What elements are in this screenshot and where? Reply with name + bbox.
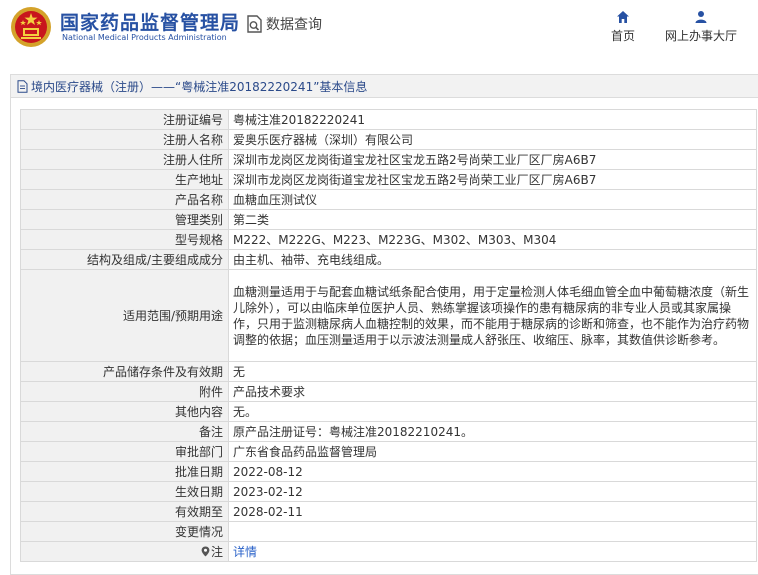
nav-home-label: 首页 [610, 29, 635, 43]
row-value-storage: 无 [228, 361, 757, 382]
row-value-effective-date: 2023-02-12 [228, 481, 757, 502]
device-info-panel: 境内医疗器械（注册）——“粤械注准20182220241”基本信息 注册证编号 … [10, 74, 758, 575]
row-value-other: 无。 [228, 401, 757, 422]
row-value-approval-date: 2022-08-12 [228, 461, 757, 482]
row-value-attachment: 产品技术要求 [228, 381, 757, 402]
table-row: 审批部门 广东省食品药品监督管理局 [20, 441, 757, 462]
table-row: 产品储存条件及有效期 无 [20, 361, 757, 382]
row-label-intended-use: 适用范围/预期用途 [20, 269, 229, 362]
row-label-other: 其他内容 [20, 401, 229, 422]
row-value-approval-dept: 广东省食品药品监督管理局 [228, 441, 757, 462]
table-row: 型号规格 M222、M222G、M223、M223G、M302、M303、M30… [20, 229, 757, 250]
table-row: 管理类别 第二类 [20, 209, 757, 230]
row-label-remarks: 备注 [20, 421, 229, 442]
logo-subtitle: National Medical Products Administration [62, 33, 227, 42]
table-row: 注册证编号 粤械注准20182220241 [20, 109, 757, 130]
row-value-category: 第二类 [228, 209, 757, 230]
site-header: 国家药品监督管理局 National Medical Products Admi… [0, 0, 758, 58]
row-label-models: 型号规格 [20, 229, 229, 250]
row-value-changes [228, 521, 757, 542]
row-label-storage: 产品储存条件及有效期 [20, 361, 229, 382]
panel-header: 境内医疗器械（注册）——“粤械注准20182220241”基本信息 [11, 75, 758, 98]
row-value-intended-use: 血糖测量适用于与配套血糖试纸条配合使用，用于定量检测人体毛细血管全血中葡萄糖浓度… [228, 269, 757, 362]
row-value-models: M222、M222G、M223、M223G、M302、M303、M304 [228, 229, 757, 250]
row-label-approval-date: 批准日期 [20, 461, 229, 482]
row-value-registrant-address: 深圳市龙岗区龙岗街道宝龙社区宝龙五路2号尚荣工业厂区厂房A6B7 [228, 149, 757, 170]
row-label-category: 管理类别 [20, 209, 229, 230]
table-row: 生产地址 深圳市龙岗区龙岗街道宝龙社区宝龙五路2号尚荣工业厂区厂房A6B7 [20, 169, 757, 190]
table-row: 注 详情 [20, 541, 757, 562]
row-label-approval-dept: 审批部门 [20, 441, 229, 462]
row-label-valid-until: 有效期至 [20, 501, 229, 522]
data-query-link[interactable]: 数据查询 [246, 14, 322, 34]
table-row: 其他内容 无。 [20, 401, 757, 422]
table-row: 产品名称 血糖血压测试仪 [20, 189, 757, 210]
row-label-effective-date: 生效日期 [20, 481, 229, 502]
table-row: 批准日期 2022-08-12 [20, 461, 757, 482]
row-value-cert-no: 粤械注准20182220241 [228, 109, 757, 130]
device-info-table: 注册证编号 粤械注准20182220241 注册人名称 爱奥乐医疗器械（深圳）有… [20, 109, 757, 562]
national-emblem-icon [11, 7, 51, 47]
logo-title: 国家药品监督管理局 [60, 12, 241, 34]
document-search-icon [247, 14, 262, 33]
data-query-label: 数据查询 [266, 17, 322, 33]
row-label-cert-no: 注册证编号 [20, 109, 229, 130]
table-row: 变更情况 [20, 521, 757, 542]
document-icon [17, 79, 28, 93]
nav-online-hall[interactable]: 网上办事大厅 [660, 10, 742, 44]
row-label-composition: 结构及组成/主要组成成分 [20, 249, 229, 270]
row-value-remarks: 原产品注册证号：粤械注准20182210241。 [228, 421, 757, 442]
row-label-note: 注 [20, 541, 229, 562]
table-row: 注册人名称 爱奥乐医疗器械（深圳）有限公司 [20, 129, 757, 150]
row-value-note: 详情 [228, 541, 757, 562]
row-label-production-address: 生产地址 [20, 169, 229, 190]
row-label-attachment: 附件 [20, 381, 229, 402]
details-link[interactable]: 详情 [233, 545, 257, 559]
row-value-valid-until: 2028-02-11 [228, 501, 757, 522]
home-icon [617, 11, 629, 23]
table-row: 生效日期 2023-02-12 [20, 481, 757, 502]
table-row: 适用范围/预期用途 血糖测量适用于与配套血糖试纸条配合使用，用于定量检测人体毛细… [20, 269, 757, 362]
nav-home[interactable]: 首页 [606, 10, 640, 44]
user-icon [695, 11, 707, 23]
row-label-registrant-address: 注册人住所 [20, 149, 229, 170]
row-value-composition: 由主机、袖带、充电线组成。 [228, 249, 757, 270]
table-row: 备注 原产品注册证号：粤械注准20182210241。 [20, 421, 757, 442]
row-value-production-address: 深圳市龙岗区龙岗街道宝龙社区宝龙五路2号尚荣工业厂区厂房A6B7 [228, 169, 757, 190]
row-label-changes: 变更情况 [20, 521, 229, 542]
nav-hall-label: 网上办事大厅 [664, 29, 737, 43]
table-row: 有效期至 2028-02-11 [20, 501, 757, 522]
table-row: 结构及组成/主要组成成分 由主机、袖带、充电线组成。 [20, 249, 757, 270]
location-pin-icon [201, 546, 210, 556]
row-value-product-name: 血糖血压测试仪 [228, 189, 757, 210]
row-label-product-name: 产品名称 [20, 189, 229, 210]
row-value-registrant: 爱奥乐医疗器械（深圳）有限公司 [228, 129, 757, 150]
row-label-registrant: 注册人名称 [20, 129, 229, 150]
panel-title: 境内医疗器械（注册）——“粤械注准20182220241”基本信息 [31, 79, 368, 94]
table-row: 注册人住所 深圳市龙岗区龙岗街道宝龙社区宝龙五路2号尚荣工业厂区厂房A6B7 [20, 149, 757, 170]
table-row: 附件 产品技术要求 [20, 381, 757, 402]
note-label: 注 [210, 544, 223, 559]
